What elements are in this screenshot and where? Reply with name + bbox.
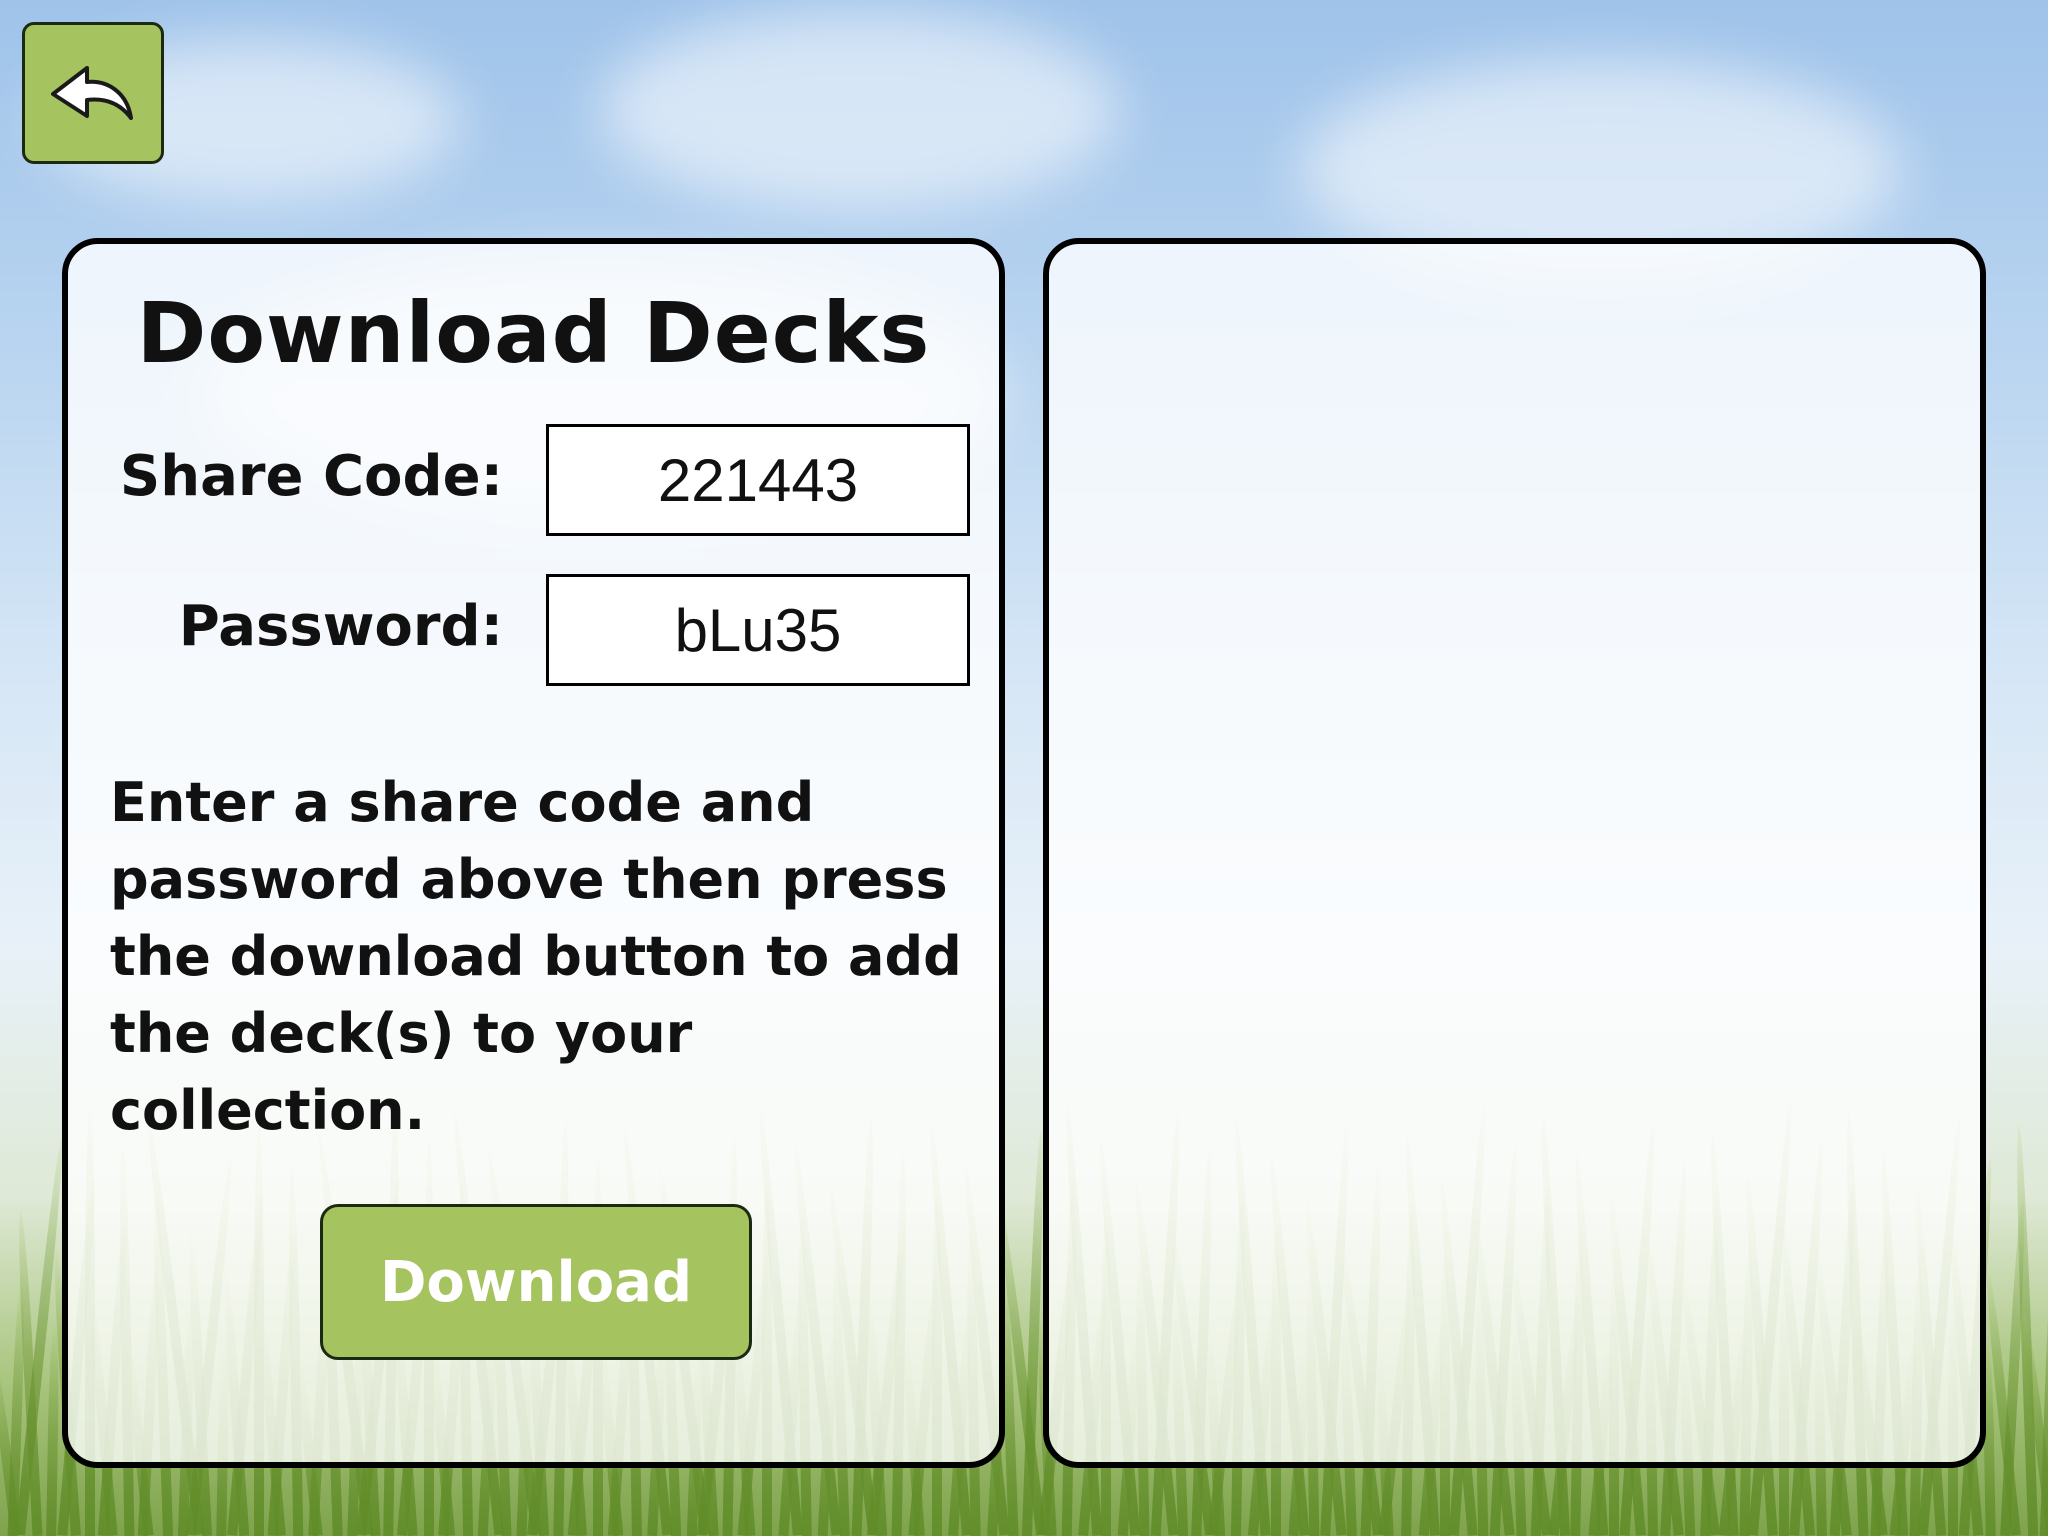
grass-blade [2039,1238,2048,1536]
password-label: Password: [178,594,503,659]
password-field[interactable]: bLu35 [546,574,970,686]
page-title: Download Decks [136,284,931,382]
download-panel: Download Decks Share Code: 221443 Passwo… [62,238,1005,1468]
undo-arrow-icon [51,66,133,120]
instructions-text: Enter a share code and password above th… [110,771,962,1142]
results-panel [1043,238,1986,1468]
share-code-label: Share Code: [119,444,503,509]
share-code-field[interactable]: 221443 [546,424,970,536]
cloud [600,10,1120,210]
download-button[interactable]: Download [320,1204,752,1360]
back-button[interactable] [22,22,164,164]
